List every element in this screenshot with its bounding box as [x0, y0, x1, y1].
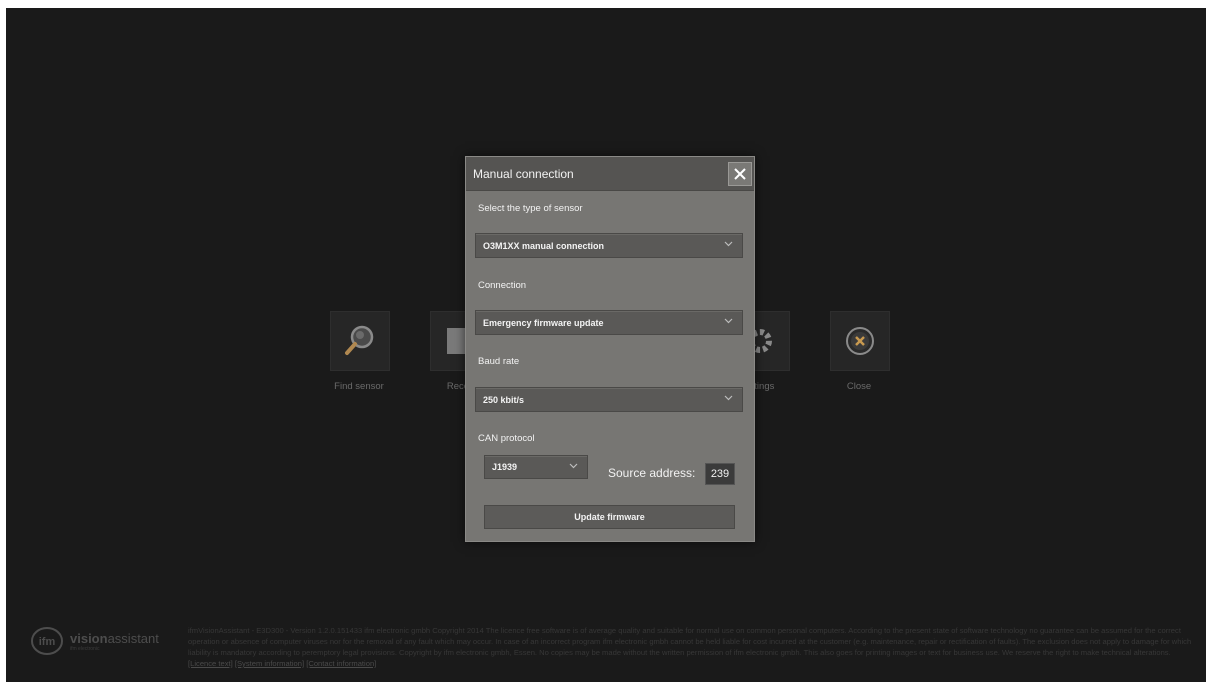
close-app-button[interactable]	[830, 311, 890, 371]
can-protocol-select[interactable]: J1939	[484, 455, 588, 479]
can-protocol-value: J1939	[492, 462, 518, 472]
chevron-down-icon	[724, 318, 733, 324]
system-information-link[interactable]: [System information]	[235, 659, 304, 668]
sensor-type-value: O3M1XX manual connection	[483, 240, 605, 251]
source-address-label: Source address:	[608, 466, 696, 480]
contact-information-link[interactable]: [Contact information]	[306, 659, 376, 668]
dialog-close-button[interactable]	[728, 162, 752, 186]
chevron-down-icon	[724, 241, 733, 247]
footer-disclaimer: ifmVisionAssistant - E3D300 - Version 1.…	[188, 625, 1196, 669]
licence-text-link[interactable]: [Licence text]	[188, 659, 233, 668]
chevron-down-icon	[569, 463, 578, 469]
logo-subtitle: ifm electronic	[70, 645, 100, 652]
vision-assistant-logo: ifm visionassistant ifm electronic	[30, 626, 159, 656]
connection-select[interactable]: Emergency firmware update	[475, 310, 743, 335]
close-circle-icon	[841, 322, 879, 360]
sensor-type-label: Select the type of sensor	[478, 203, 583, 214]
baud-rate-select[interactable]: 250 kbit/s	[475, 387, 743, 412]
dialog-header: Manual connection	[466, 157, 754, 191]
dialog-title: Manual connection	[473, 167, 574, 181]
baud-rate-value: 250 kbit/s	[483, 394, 525, 405]
sensor-type-select[interactable]: O3M1XX manual connection	[475, 233, 743, 258]
close-icon	[734, 168, 746, 180]
app-window: Find sensor Rece ttings Close ifm vision…	[6, 8, 1206, 682]
baud-rate-label: Baud rate	[478, 356, 520, 367]
search-icon	[341, 322, 379, 360]
find-sensor-label: Find sensor	[334, 381, 384, 392]
update-firmware-button[interactable]: Update firmware	[484, 505, 735, 529]
can-protocol-label: CAN protocol	[478, 433, 535, 444]
chevron-down-icon	[724, 395, 733, 401]
svg-text:ifm: ifm	[39, 636, 56, 648]
connection-label: Connection	[478, 280, 527, 291]
source-address-input[interactable]: 239	[705, 463, 735, 485]
ifm-logo-icon: ifm	[31, 627, 63, 655]
connection-value: Emergency firmware update	[483, 317, 604, 328]
manual-connection-dialog: Manual connection Select the type of sen…	[465, 156, 755, 542]
logo-brand: visionassistant	[70, 630, 159, 646]
find-sensor-button[interactable]	[330, 311, 390, 371]
close-app-label: Close	[846, 381, 872, 392]
disclaimer-text: ifmVisionAssistant - E3D300 - Version 1.…	[188, 626, 1192, 657]
